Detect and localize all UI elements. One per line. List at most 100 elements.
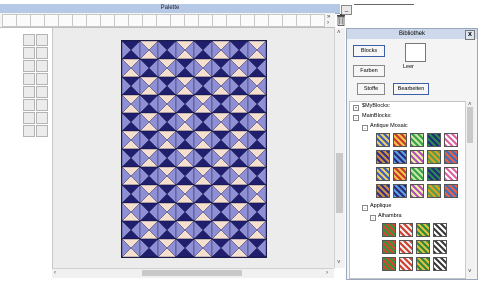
tree-node-applique[interactable]: Applique <box>370 203 391 209</box>
library-tree-scroll-thumb[interactable] <box>467 107 473 143</box>
colors-button[interactable]: Farben <box>353 65 385 77</box>
top-field[interactable] <box>354 0 414 5</box>
scroll-down-icon[interactable]: ˅ <box>337 260 341 266</box>
tool-icon[interactable] <box>23 60 35 72</box>
palette-swatch[interactable] <box>296 14 311 27</box>
scroll-down-icon[interactable]: ˅ <box>468 269 472 275</box>
block-thumbnail[interactable] <box>416 240 430 254</box>
block-thumbnail[interactable] <box>393 167 407 181</box>
block-thumbnail[interactable] <box>393 150 407 164</box>
block-thumbnail[interactable] <box>433 257 447 271</box>
canvas-vertical-scrollbar[interactable]: ˄ ˅ <box>334 28 345 268</box>
palette-swatch[interactable] <box>86 14 101 27</box>
quilt-layout[interactable] <box>121 40 267 258</box>
tree-toggle-icon[interactable]: - <box>362 125 368 131</box>
palette-swatch[interactable] <box>170 14 185 27</box>
palette-swatch[interactable] <box>226 14 241 27</box>
tool-icon[interactable] <box>36 73 48 85</box>
palette-swatch[interactable] <box>268 14 283 27</box>
tree-toggle-icon[interactable]: - <box>353 115 359 121</box>
horizontal-scroll-thumb[interactable] <box>142 270 242 276</box>
tool-icon[interactable] <box>23 99 35 111</box>
tool-icon[interactable] <box>36 86 48 98</box>
tree-toggle-icon[interactable]: - <box>362 205 368 211</box>
palette-swatch[interactable] <box>58 14 73 27</box>
edit-button[interactable]: Bearbeiten <box>393 83 429 95</box>
block-thumbnail[interactable] <box>382 257 396 271</box>
block-thumbnail[interactable] <box>399 257 413 271</box>
block-thumbnail[interactable] <box>416 223 430 237</box>
tool-icon[interactable] <box>23 112 35 124</box>
library-tree[interactable]: + $MyBlocks: - MainBlocks: - Antique Mos… <box>349 101 466 279</box>
palette-swatch[interactable] <box>156 14 171 27</box>
palette-swatch[interactable] <box>212 14 227 27</box>
block-thumbnail[interactable] <box>382 240 396 254</box>
tool-icon[interactable] <box>36 99 48 111</box>
scroll-right-icon[interactable]: › <box>326 270 328 276</box>
block-thumbnail[interactable] <box>427 133 441 147</box>
tool-icon[interactable] <box>36 34 48 46</box>
scroll-up-icon[interactable]: ˄ <box>337 30 341 36</box>
block-thumbnail[interactable] <box>393 184 407 198</box>
library-close-button[interactable]: x <box>465 30 475 40</box>
block-thumbnail[interactable] <box>444 150 458 164</box>
block-thumbnail[interactable] <box>376 133 390 147</box>
block-thumbnail[interactable] <box>376 150 390 164</box>
block-thumbnail[interactable] <box>433 240 447 254</box>
tool-icon[interactable] <box>36 47 48 59</box>
block-thumbnail[interactable] <box>410 150 424 164</box>
block-thumbnail[interactable] <box>410 184 424 198</box>
block-thumbnail[interactable] <box>427 167 441 181</box>
tool-icon[interactable] <box>23 125 35 137</box>
block-thumbnail[interactable] <box>399 240 413 254</box>
tree-toggle-icon[interactable]: - <box>370 215 376 221</box>
tree-node-main-blocks[interactable]: MainBlocks: <box>362 113 392 119</box>
tool-icon[interactable] <box>36 112 48 124</box>
block-thumbnail[interactable] <box>376 167 390 181</box>
palette-swatch[interactable] <box>2 14 17 27</box>
palette-swatch[interactable] <box>310 14 325 27</box>
tree-node-my-blocks[interactable]: $MyBlocks: <box>362 103 390 109</box>
block-thumbnail[interactable] <box>376 184 390 198</box>
tool-icon[interactable] <box>36 60 48 72</box>
palette-swatch[interactable] <box>128 14 143 27</box>
block-thumbnail[interactable] <box>399 223 413 237</box>
tool-icon[interactable] <box>36 125 48 137</box>
canvas-horizontal-scrollbar[interactable]: ‹ › <box>52 268 334 278</box>
block-thumbnail[interactable] <box>410 167 424 181</box>
palette-scroll-arrows-icon[interactable]: » › <box>327 14 330 26</box>
palette-swatch[interactable] <box>44 14 59 27</box>
tool-icon[interactable] <box>23 86 35 98</box>
block-thumbnail[interactable] <box>444 167 458 181</box>
palette-swatch[interactable] <box>16 14 31 27</box>
tool-icon[interactable] <box>23 73 35 85</box>
tree-node-alhambra[interactable]: Alhambra <box>378 213 402 219</box>
palette-swatch[interactable] <box>142 14 157 27</box>
palette-swatch[interactable] <box>100 14 115 27</box>
palette-swatch[interactable] <box>240 14 255 27</box>
library-tree-scrollbar[interactable]: ˄ ˅ <box>465 101 475 277</box>
palette-swatch[interactable] <box>72 14 87 27</box>
block-thumbnail[interactable] <box>416 257 430 271</box>
palette-swatch[interactable] <box>282 14 297 27</box>
palette-swatch[interactable] <box>30 14 45 27</box>
block-thumbnail[interactable] <box>433 223 447 237</box>
palette-swatch[interactable] <box>254 14 269 27</box>
palette-swatch[interactable] <box>198 14 213 27</box>
tree-node-antique-mosaic[interactable]: Antique Mosaic <box>370 123 408 129</box>
block-thumbnail[interactable] <box>427 150 441 164</box>
tool-icon[interactable] <box>23 47 35 59</box>
block-thumbnail[interactable] <box>382 223 396 237</box>
palette-swatch[interactable] <box>114 14 129 27</box>
tree-toggle-icon[interactable]: + <box>353 105 359 111</box>
scroll-left-icon[interactable]: ‹ <box>54 270 56 276</box>
block-thumbnail[interactable] <box>444 184 458 198</box>
blocks-button[interactable]: Blocks <box>353 45 385 57</box>
block-thumbnail[interactable] <box>393 133 407 147</box>
trash-icon[interactable] <box>336 14 346 26</box>
block-thumbnail[interactable] <box>444 133 458 147</box>
block-thumbnail[interactable] <box>410 133 424 147</box>
palette-swatch[interactable] <box>184 14 199 27</box>
vertical-scroll-thumb[interactable] <box>336 153 343 213</box>
fabrics-button[interactable]: Stoffe <box>357 83 385 95</box>
